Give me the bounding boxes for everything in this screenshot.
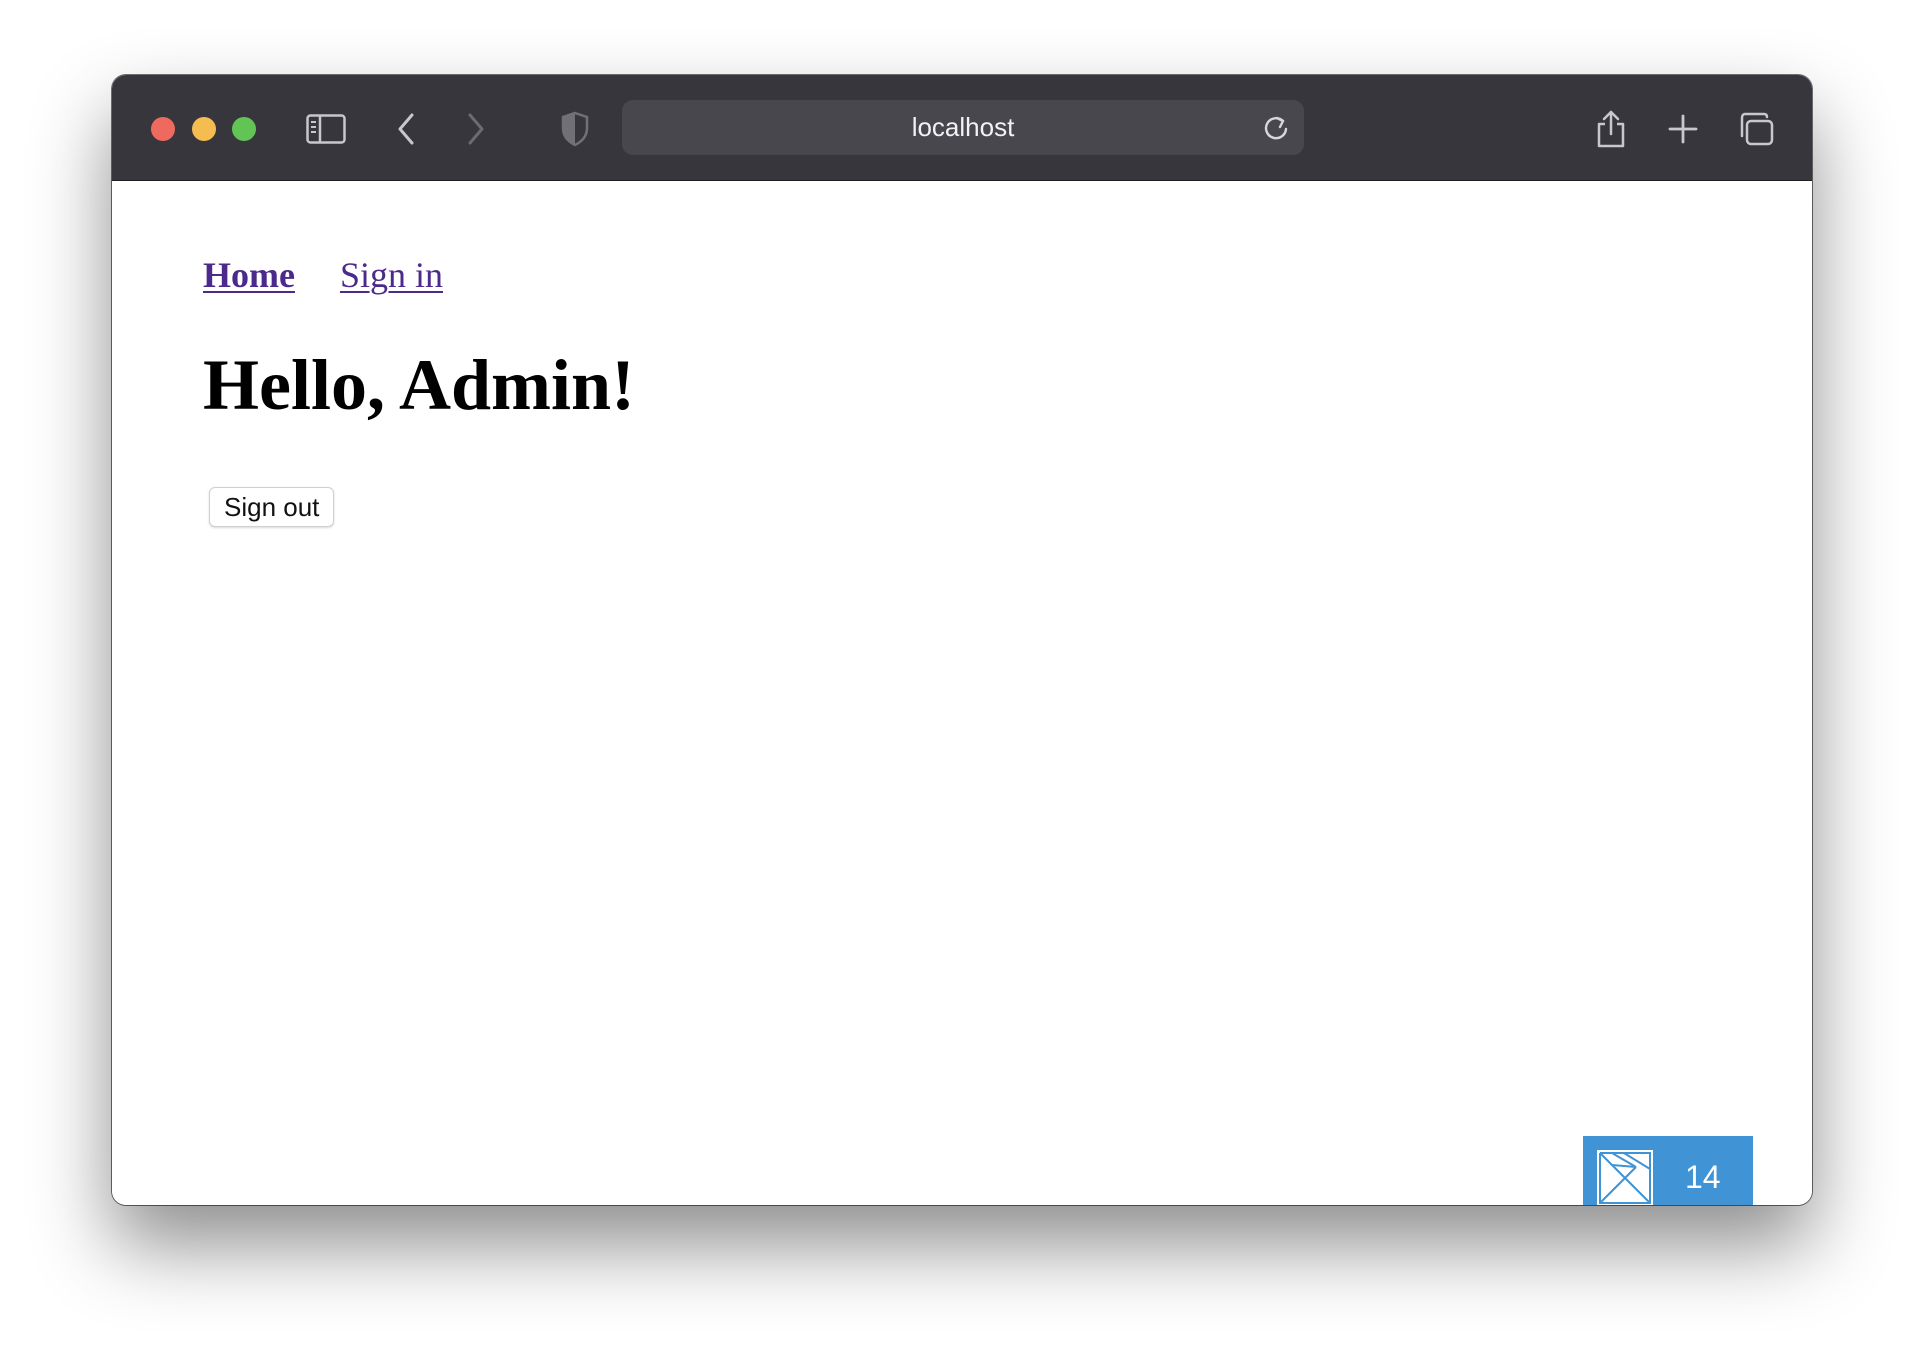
maximize-window-button[interactable] <box>232 117 256 141</box>
close-window-button[interactable] <box>151 117 175 141</box>
badge-count: 14 <box>1685 1159 1721 1195</box>
page-content: Home Sign in Hello, Admin! Sign out 14 <box>112 181 1812 1205</box>
reload-icon[interactable] <box>1258 110 1294 146</box>
new-tab-icon[interactable] <box>1655 101 1711 157</box>
url-text: localhost <box>911 112 1015 142</box>
browser-toolbar: localhost <box>112 75 1812 181</box>
share-icon[interactable] <box>1583 101 1639 157</box>
tabs-overview-icon[interactable] <box>1728 101 1784 157</box>
page-title: Hello, Admin! <box>203 345 636 425</box>
sign-in-link[interactable]: Sign in <box>340 255 443 295</box>
envelope-logo-icon <box>1597 1149 1653 1205</box>
browser-window: localhost Home Sign in Hello, Admin! Sig… <box>112 75 1812 1205</box>
notification-badge[interactable]: 14 <box>1583 1136 1753 1205</box>
sign-out-button[interactable]: Sign out <box>209 487 335 527</box>
sidebar-icon[interactable] <box>298 101 354 157</box>
address-bar[interactable]: localhost <box>622 100 1304 155</box>
home-link[interactable]: Home <box>203 255 295 295</box>
forward-icon[interactable] <box>448 101 504 157</box>
top-nav: Home Sign in <box>203 253 443 297</box>
minimize-window-button[interactable] <box>192 117 216 141</box>
shield-icon[interactable] <box>547 101 603 157</box>
back-icon[interactable] <box>378 101 434 157</box>
